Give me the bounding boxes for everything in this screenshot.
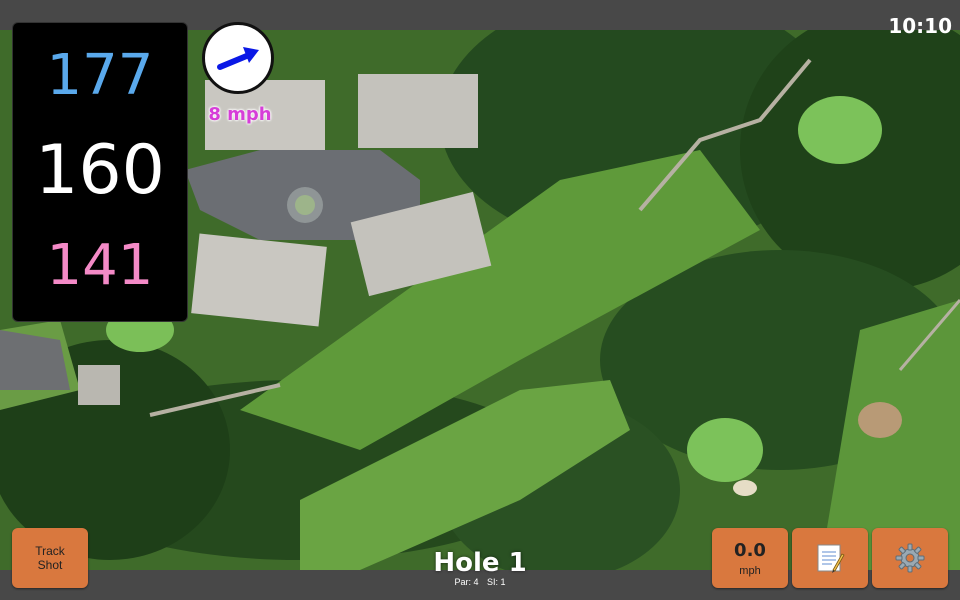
hole-info: Par: 4 SI: 1 xyxy=(400,577,560,587)
center-distance: 160 xyxy=(35,131,165,210)
back-distance: 177 xyxy=(46,43,154,108)
clock: 10:10 xyxy=(888,14,952,38)
settings-button[interactable] xyxy=(872,528,948,588)
track-shot-label-line2: Shot xyxy=(37,558,63,572)
track-shot-label-line1: Track xyxy=(35,544,65,558)
hole-par: Par: 4 xyxy=(454,577,479,587)
speed-button[interactable]: 0.0 mph xyxy=(712,528,788,588)
gear-icon xyxy=(895,543,925,573)
notes-button[interactable] xyxy=(792,528,868,588)
hole-title: Hole 1 xyxy=(433,548,527,578)
speed-value: 0.0 xyxy=(734,539,766,561)
front-distance: 141 xyxy=(46,233,154,298)
distance-panel: 177 160 141 xyxy=(12,22,188,322)
notepad-icon xyxy=(817,544,845,573)
wind-speed: 8 mph xyxy=(208,104,272,125)
track-shot-button[interactable]: Track Shot xyxy=(12,528,88,588)
speed-unit: mph xyxy=(739,564,761,577)
hole-stroke-index: SI: 1 xyxy=(487,577,506,587)
wind-compass xyxy=(202,22,274,94)
arrow-icon xyxy=(217,47,259,70)
